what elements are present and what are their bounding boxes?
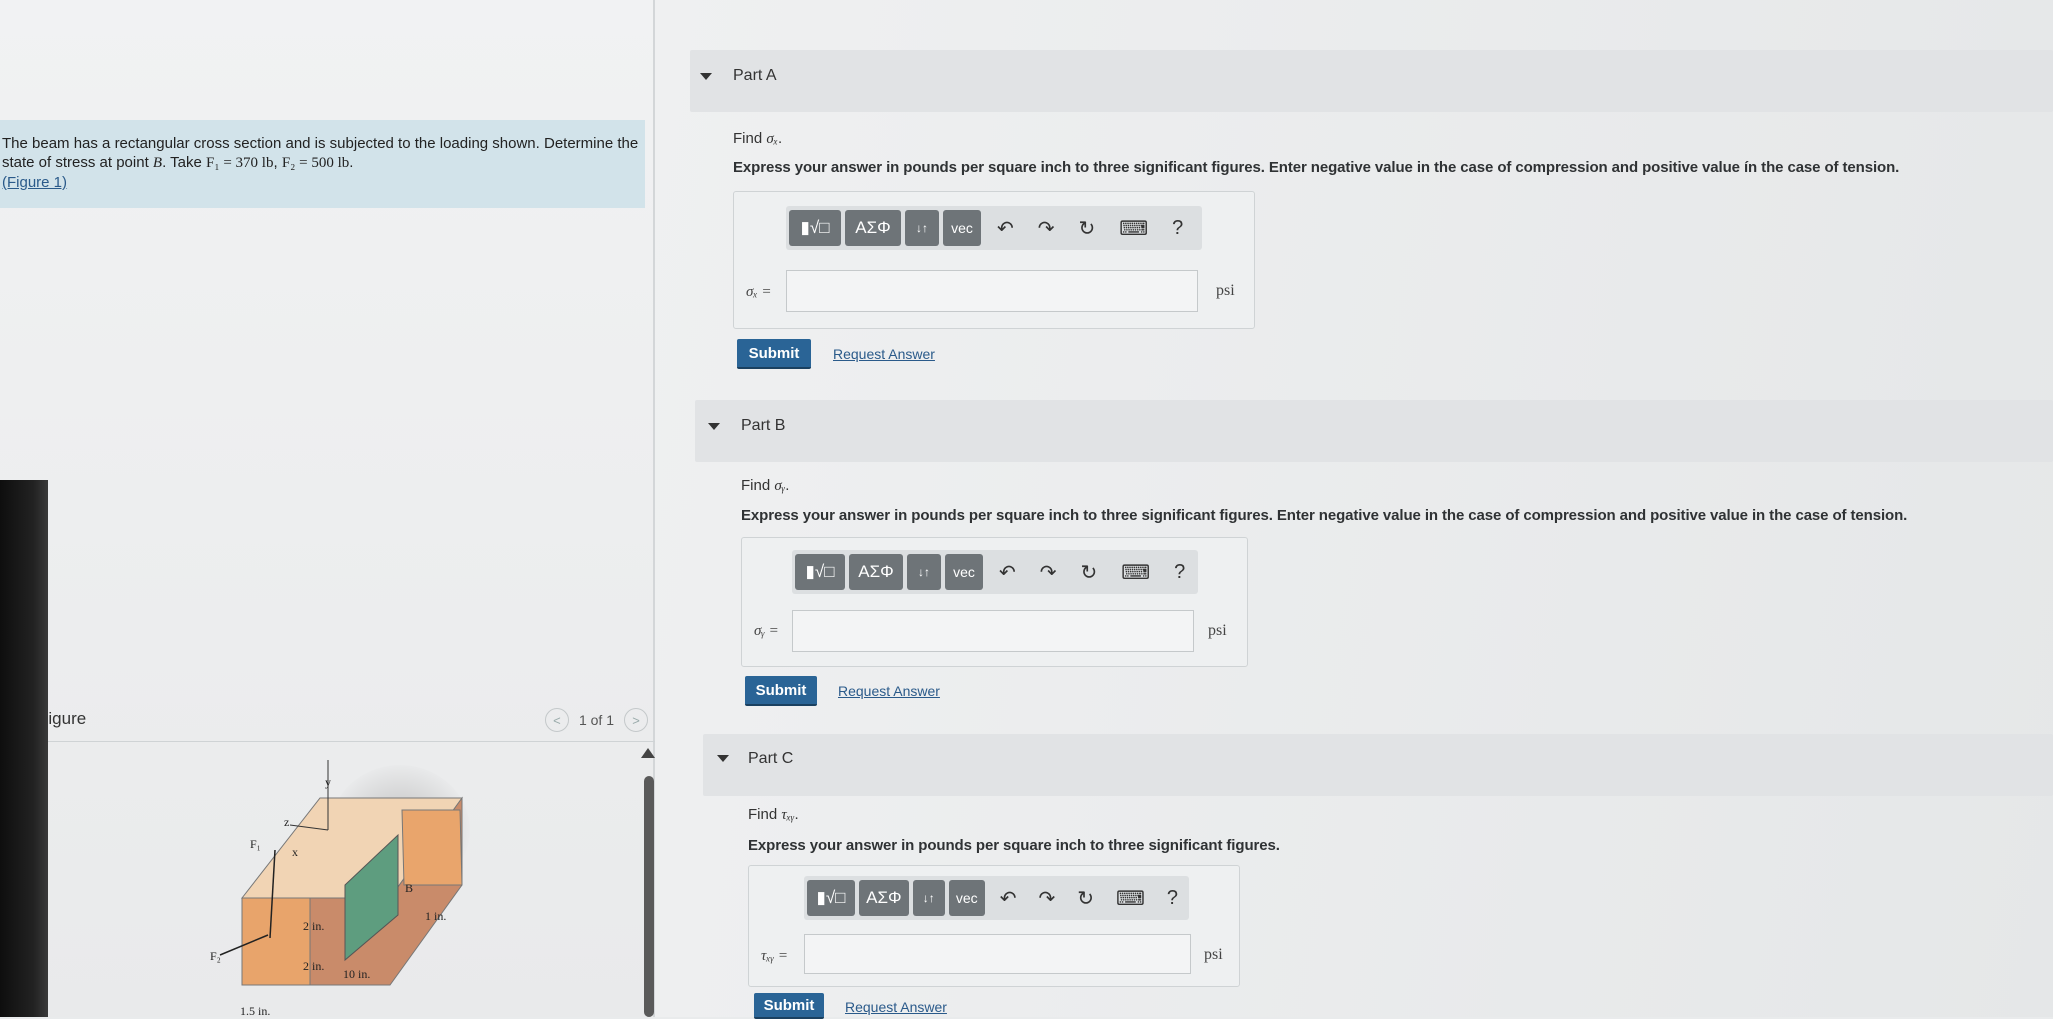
part-a-find: Find σₓ. — [733, 130, 783, 147]
subscript-button[interactable]: ↓↑ — [907, 554, 941, 590]
part-b-caret-icon[interactable] — [708, 423, 720, 430]
subscript-button[interactable]: ↓↑ — [905, 210, 939, 246]
part-c-header[interactable] — [703, 734, 2053, 796]
z-axis-label: z — [284, 815, 289, 829]
f1-label: F₁ — [250, 837, 261, 851]
figure-link[interactable]: (Figure 1) — [2, 174, 67, 191]
keyboard-icon[interactable]: ⌨ — [1121, 560, 1150, 585]
part-a-instructions: Express your answer in pounds per square… — [733, 159, 1900, 176]
beam-figure: y z x F₁ F₂ B 2 in. 2 in. 10 in. 1 in. 1… — [210, 760, 470, 1017]
part-c-submit-button[interactable]: Submit — [754, 993, 824, 1019]
part-a-submit-button[interactable]: Submit — [737, 339, 811, 369]
part-a-answer-input[interactable] — [786, 270, 1198, 312]
dim-label-10in: 10 in. — [343, 967, 370, 981]
figure-header: Figure < 1 of 1 > — [38, 705, 658, 742]
problem-line-1: The beam has a rectangular cross section… — [2, 135, 639, 152]
part-a-title: Part A — [733, 67, 777, 84]
part-c-math-toolbar: ▮√□ ΑΣΦ ↓↑ vec ↶ ↷ ↻ ⌨ ? — [804, 876, 1189, 920]
part-a-caret-icon[interactable] — [700, 73, 712, 80]
parts-pane: Part A Find σₓ. Express your answer in p… — [655, 0, 2053, 1019]
undo-icon[interactable]: ↶ — [1000, 886, 1017, 911]
part-a-answer-box: ▮√□ ΑΣΦ ↓↑ vec ↶ ↷ ↻ ⌨ ? σₓ = psi — [733, 191, 1255, 329]
part-c-unit: psi — [1204, 946, 1223, 963]
keyboard-icon[interactable]: ⌨ — [1119, 216, 1148, 241]
problem-statement: The beam has a rectangular cross section… — [0, 120, 645, 208]
keyboard-icon[interactable]: ⌨ — [1116, 886, 1145, 911]
part-c-caret-icon[interactable] — [717, 755, 729, 762]
help-icon[interactable]: ? — [1174, 561, 1185, 584]
part-c-find: Find τₓᵧ. — [748, 806, 799, 823]
figure-scrollbar[interactable] — [644, 776, 654, 1017]
vector-button[interactable]: vec — [943, 210, 981, 246]
help-icon[interactable]: ? — [1167, 887, 1178, 910]
point-b-label: B — [405, 881, 413, 895]
greek-symbols-button[interactable]: ΑΣΦ — [849, 554, 903, 590]
part-c-request-answer-link[interactable]: Request Answer — [845, 999, 947, 1015]
subscript-button[interactable]: ↓↑ — [912, 880, 945, 916]
greek-symbols-button[interactable]: ΑΣΦ — [845, 210, 901, 246]
figure-page-count: 1 of 1 — [578, 712, 614, 728]
problem-line-2: state of stress at point B. Take F₁ = 37… — [2, 154, 354, 171]
next-figure-button[interactable]: > — [624, 708, 648, 732]
figure-pager: < 1 of 1 > — [544, 708, 648, 732]
prev-figure-button[interactable]: < — [544, 708, 569, 732]
dim-label-2in-b: 2 in. — [303, 959, 324, 973]
part-c-instructions: Express your answer in pounds per square… — [748, 837, 1280, 854]
help-icon[interactable]: ? — [1172, 217, 1183, 240]
part-c-variable-label: τₓᵧ = — [761, 948, 788, 964]
scroll-up-arrow[interactable] — [641, 748, 655, 758]
part-c-answer-box: ▮√□ ΑΣΦ ↓↑ vec ↶ ↷ ↻ ⌨ ? τₓᵧ = psi — [748, 865, 1240, 987]
part-b-answer-input[interactable] — [792, 610, 1194, 652]
part-a-unit: psi — [1216, 282, 1235, 299]
undo-icon[interactable]: ↶ — [999, 560, 1016, 585]
screen-bezel — [0, 480, 48, 1017]
part-b-find: Find σᵧ. — [741, 477, 790, 494]
part-b-submit-button[interactable]: Submit — [745, 676, 817, 706]
templates-button[interactable]: ▮√□ — [807, 880, 855, 916]
part-a-header[interactable] — [690, 50, 2053, 112]
greek-symbols-button[interactable]: ΑΣΦ — [858, 880, 909, 916]
f2-label: F₂ — [210, 949, 221, 963]
part-b-header[interactable] — [695, 400, 2053, 462]
part-c-answer-input[interactable] — [804, 934, 1191, 974]
dim-label-1in: 1 in. — [425, 909, 446, 923]
dim-label-1-5in: 1.5 in. — [240, 1004, 270, 1017]
templates-button[interactable]: ▮√□ — [795, 554, 845, 590]
part-b-math-toolbar: ▮√□ ΑΣΦ ↓↑ vec ↶ ↷ ↻ ⌨ ? — [792, 550, 1198, 594]
problem-pane: The beam has a rectangular cross section… — [0, 0, 658, 1017]
x-axis-label: x — [292, 845, 298, 859]
templates-button[interactable]: ▮√□ — [789, 210, 841, 246]
part-a-variable-label: σₓ = — [746, 284, 772, 300]
vector-button[interactable]: vec — [945, 554, 983, 590]
part-b-request-answer-link[interactable]: Request Answer — [838, 683, 940, 699]
reset-icon[interactable]: ↻ — [1077, 886, 1094, 911]
redo-icon[interactable]: ↷ — [1038, 886, 1055, 911]
vector-button[interactable]: vec — [948, 880, 985, 916]
undo-icon[interactable]: ↶ — [997, 216, 1014, 241]
y-axis-label: y — [325, 775, 331, 789]
part-a-request-answer-link[interactable]: Request Answer — [833, 346, 935, 362]
part-b-variable-label: σᵧ = — [754, 623, 779, 639]
reset-icon[interactable]: ↻ — [1079, 216, 1096, 241]
part-c-title: Part C — [748, 750, 794, 767]
part-b-title: Part B — [741, 417, 786, 434]
dim-label-2in-a: 2 in. — [303, 919, 324, 933]
redo-icon[interactable]: ↷ — [1038, 216, 1055, 241]
redo-icon[interactable]: ↷ — [1040, 560, 1057, 585]
part-b-instructions: Express your answer in pounds per square… — [741, 507, 1908, 524]
part-a-math-toolbar: ▮√□ ΑΣΦ ↓↑ vec ↶ ↷ ↻ ⌨ ? — [786, 206, 1202, 250]
reset-icon[interactable]: ↻ — [1081, 560, 1098, 585]
part-b-answer-box: ▮√□ ΑΣΦ ↓↑ vec ↶ ↷ ↻ ⌨ ? σᵧ = psi — [741, 537, 1248, 667]
part-b-unit: psi — [1208, 622, 1227, 639]
